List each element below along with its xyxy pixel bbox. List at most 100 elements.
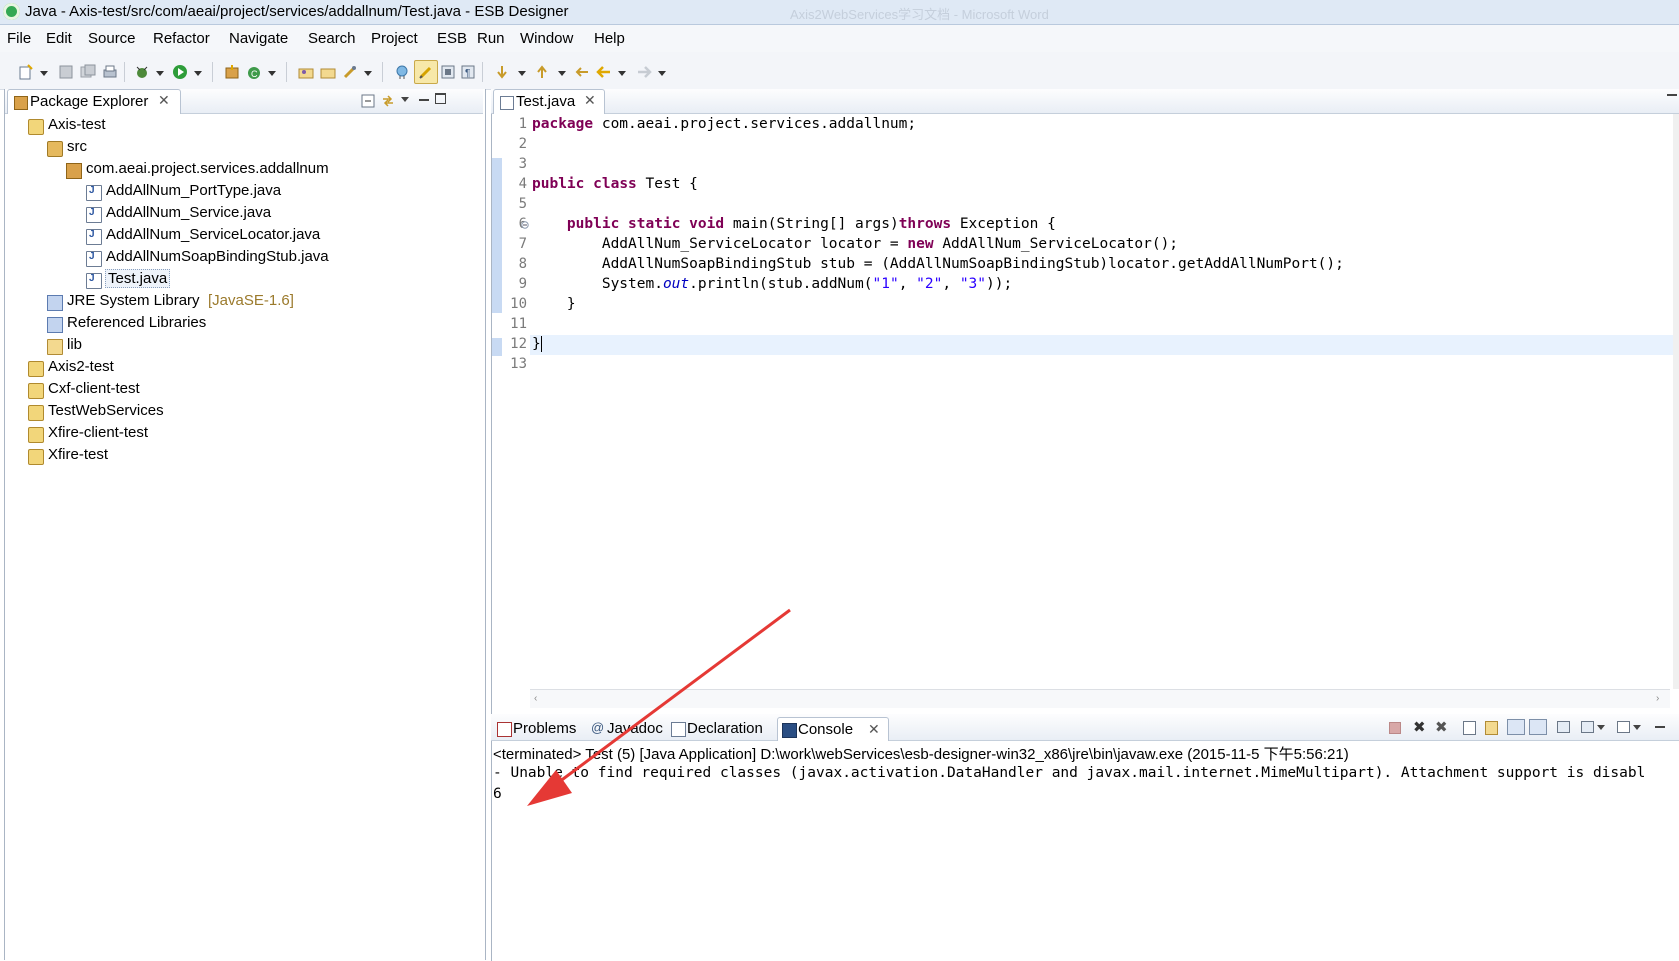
web-service-icon[interactable] (394, 64, 410, 80)
menu-esb[interactable]: ESB (437, 30, 467, 47)
open-type-icon[interactable] (298, 64, 314, 80)
new-icon[interactable] (18, 64, 34, 80)
java-file-icon: J (86, 273, 102, 289)
scroll-left-icon[interactable]: ‹ (534, 693, 537, 704)
new-java-class-icon[interactable]: C (246, 64, 262, 80)
next-annotation-icon[interactable] (494, 64, 510, 80)
save-icon[interactable] (58, 64, 74, 80)
tab-javadoc[interactable]: @ Javadoc (587, 717, 671, 740)
minimize-icon[interactable] (419, 99, 429, 101)
menu-navigate[interactable]: Navigate (229, 30, 288, 47)
tab-package-explorer[interactable]: Package Explorer ✕ (7, 89, 181, 114)
editor-vertical-scrollbar[interactable] (1673, 114, 1679, 689)
close-icon[interactable]: ✕ (868, 721, 880, 738)
line-number: 5 (518, 196, 527, 212)
forward-icon[interactable] (636, 64, 652, 80)
toggle-mark-occurrences-button[interactable] (414, 60, 438, 84)
tab-problems[interactable]: Problems (493, 717, 591, 740)
minimize-icon[interactable] (1655, 726, 1665, 728)
menu-refactor[interactable]: Refactor (153, 30, 210, 47)
print-icon[interactable] (102, 64, 118, 80)
text-cursor (540, 336, 542, 352)
java-file-icon: J (86, 251, 102, 267)
open-console-dropdown-icon[interactable] (1633, 725, 1641, 730)
console-icon (782, 723, 797, 738)
java-file-icon (500, 96, 514, 110)
run-dropdown-icon[interactable] (194, 71, 202, 76)
scroll-lock-icon[interactable] (1485, 721, 1498, 735)
tree-item-label: lib (67, 336, 83, 353)
code-line: AddAllNumSoapBindingStub stub = (AddAllN… (532, 256, 1344, 272)
menu-search[interactable]: Search (308, 30, 356, 47)
tab-declaration[interactable]: Declaration (667, 717, 777, 740)
editor-horizontal-scrollbar[interactable]: ‹ › (530, 689, 1670, 708)
tab-test-java[interactable]: Test.java ✕ (493, 89, 605, 114)
menu-run[interactable]: Run (477, 30, 505, 47)
previous-annotation-dropdown-icon[interactable] (558, 71, 566, 76)
debug-dropdown-icon[interactable] (156, 71, 164, 76)
back-icon[interactable] (596, 64, 612, 80)
link-with-editor-icon[interactable] (381, 94, 395, 108)
background-window-title: Axis2WebServices学习文档 - Microsoft Word (790, 7, 1049, 22)
line-number: 9 (518, 276, 527, 292)
menu-window[interactable]: Window (520, 30, 573, 47)
tab-label: Console (798, 721, 854, 738)
forward-dropdown-icon[interactable] (658, 71, 666, 76)
open-task-icon[interactable] (320, 64, 336, 80)
search-icon[interactable] (342, 64, 358, 80)
last-edit-location-icon[interactable] (574, 64, 590, 80)
view-menu-icon[interactable] (401, 97, 409, 102)
java-file-icon: J (86, 185, 102, 201)
java-file-icon: J (86, 229, 102, 245)
debug-icon[interactable] (134, 64, 150, 80)
overview-ruler-highlight (492, 338, 502, 356)
new-java-package-icon[interactable] (224, 64, 240, 80)
show-whitespace-icon[interactable]: ¶ (460, 64, 476, 80)
maximize-icon[interactable] (435, 93, 446, 104)
clear-console-icon[interactable] (1463, 721, 1476, 735)
menu-help[interactable]: Help (594, 30, 625, 47)
pin-console-icon[interactable] (1557, 721, 1570, 733)
run-icon[interactable] (172, 64, 188, 80)
show-console-on-error-icon[interactable] (1529, 719, 1547, 735)
scroll-right-icon[interactable]: › (1656, 693, 1659, 704)
code-line: public static void main(String[] args)th… (566, 216, 1056, 232)
terminate-icon[interactable] (1389, 722, 1401, 734)
tab-console[interactable]: Console ✕ (777, 717, 889, 741)
open-console-icon[interactable] (1617, 721, 1630, 733)
display-selected-console-icon[interactable] (1581, 721, 1594, 733)
code-line: public class Test { (532, 176, 698, 192)
minimize-icon[interactable] (1667, 94, 1677, 96)
collapse-all-icon[interactable] (361, 94, 375, 108)
menu-file[interactable]: File (7, 30, 31, 47)
menu-edit[interactable]: Edit (46, 30, 72, 47)
next-annotation-dropdown-icon[interactable] (518, 71, 526, 76)
svg-text:C: C (251, 69, 258, 79)
remove-launch-icon[interactable]: ✖ (1413, 718, 1426, 736)
tree-item-label: AddAllNum_PortType.java (106, 182, 282, 199)
show-console-on-output-icon[interactable] (1507, 719, 1525, 735)
library-icon (47, 317, 63, 333)
remove-all-terminated-icon[interactable]: ✖ (1435, 718, 1448, 736)
display-console-dropdown-icon[interactable] (1597, 725, 1605, 730)
code-line: } (532, 336, 542, 352)
block-selection-icon[interactable] (440, 64, 456, 80)
menu-source[interactable]: Source (88, 30, 136, 47)
new-class-dropdown-icon[interactable] (268, 71, 276, 76)
project-icon (28, 405, 44, 421)
close-icon[interactable]: ✕ (158, 92, 170, 109)
tree-item-label: AddAllNumSoapBindingStub.java (106, 248, 329, 265)
tree-item-label: com.aeai.project.services.addallnum (86, 160, 329, 177)
back-dropdown-icon[interactable] (618, 71, 626, 76)
close-icon[interactable]: ✕ (584, 92, 596, 109)
previous-annotation-icon[interactable] (534, 64, 550, 80)
java-file-icon: J (86, 207, 102, 223)
javadoc-icon: @ (591, 720, 605, 735)
menu-project[interactable]: Project (371, 30, 418, 47)
tree-item-decoration: [JavaSE-1.6] (208, 292, 294, 309)
search-dropdown-icon[interactable] (364, 71, 372, 76)
highlighter-icon (419, 66, 432, 79)
save-all-icon[interactable] (80, 64, 96, 80)
fold-collapse-icon[interactable] (521, 221, 529, 229)
new-dropdown-icon[interactable] (40, 71, 48, 76)
